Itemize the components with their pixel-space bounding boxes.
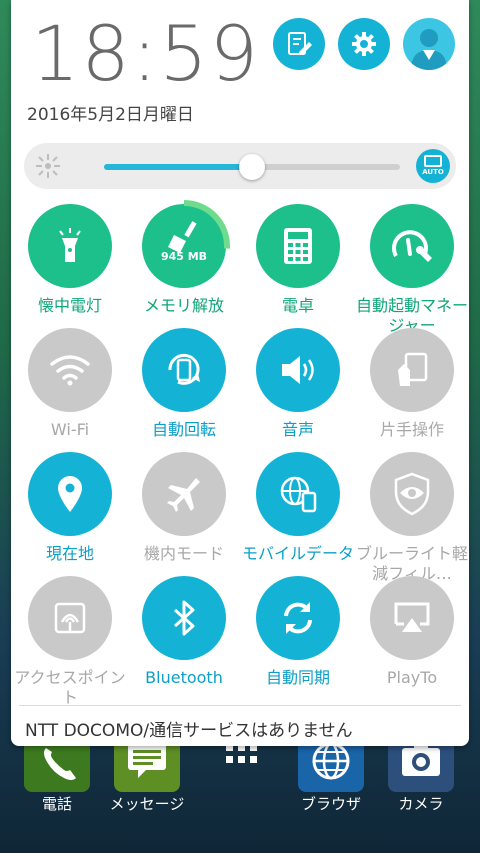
brightness-icon <box>36 154 60 178</box>
tile-playto[interactable]: PlayTo <box>355 576 469 688</box>
tile-one-hand-mode[interactable]: 片手操作 <box>355 328 469 440</box>
tile-label: アクセスポイント <box>14 668 126 707</box>
home-app-label: 電話 <box>41 795 72 813</box>
home-app-label: カメラ <box>398 795 444 813</box>
quick-settings-panel: 18:59 2016年5月2日月曜日 AUTO 懐中電灯 945 MB メモリ解… <box>11 0 469 746</box>
hotspot-icon <box>54 602 86 634</box>
memory-value: 945 MB <box>160 250 208 263</box>
eye-shield-icon <box>394 472 430 516</box>
home-app-label: メッセージ <box>109 795 185 813</box>
airplane-icon <box>167 478 200 512</box>
calculator-icon <box>284 228 312 264</box>
settings-button[interactable] <box>338 18 390 70</box>
bluetooth-icon <box>174 600 195 636</box>
tile-label: 電卓 <box>281 296 314 315</box>
user-button[interactable] <box>403 18 455 70</box>
brightness-bar: AUTO <box>24 143 456 189</box>
tile-wifi[interactable]: Wi-Fi <box>13 328 127 440</box>
tile-calculator[interactable]: 電卓 <box>241 204 355 316</box>
brightness-slider-thumb[interactable] <box>239 154 265 180</box>
tile-flashlight[interactable]: 懐中電灯 <box>13 204 127 316</box>
tile-autostart-manager[interactable]: 自動起動マネージャー <box>355 204 469 336</box>
tile-label: 懐中電灯 <box>37 296 102 315</box>
tile-label: Bluetooth <box>145 668 223 687</box>
tile-hotspot[interactable]: アクセスポイント <box>13 576 127 708</box>
tile-label: 現在地 <box>45 544 94 563</box>
clock-time: 18:59 <box>31 9 261 98</box>
clock-date: 2016年5月2日月曜日 <box>27 105 194 125</box>
speaker-icon <box>282 356 314 384</box>
globe-phone-icon <box>280 476 317 513</box>
notes-edit-icon <box>288 32 312 55</box>
panel-divider <box>19 705 461 706</box>
tile-sound[interactable]: 音声 <box>241 328 355 440</box>
tile-mobile-data[interactable]: モバイルデータ <box>241 452 355 564</box>
tile-bluelight-filter[interactable]: ブルーライト軽減フィル… <box>355 452 469 584</box>
tile-bluetooth[interactable]: Bluetooth <box>127 576 241 688</box>
gear-icon <box>352 32 376 56</box>
tile-memory-cleanup[interactable]: 945 MB メモリ解放 <box>127 200 241 316</box>
home-app-label: ブラウザ <box>300 795 361 813</box>
brightness-slider[interactable] <box>104 154 400 180</box>
tile-airplane-mode[interactable]: 機内モード <box>127 452 241 564</box>
tile-label: 機内モード <box>143 544 224 563</box>
auto-brightness-button[interactable]: AUTO <box>416 149 450 183</box>
user-avatar-icon <box>411 29 447 70</box>
tile-label: モバイルデータ <box>241 544 354 563</box>
auto-brightness-icon <box>424 155 442 167</box>
tile-label: 自動同期 <box>265 668 330 687</box>
tile-auto-sync[interactable]: 自動同期 <box>241 576 355 688</box>
quick-notes-button[interactable] <box>273 18 325 70</box>
tile-label: Wi-Fi <box>50 420 90 439</box>
brightness-slider-fill <box>104 164 252 170</box>
cast-icon <box>394 602 430 632</box>
tile-location[interactable]: 現在地 <box>13 452 127 564</box>
carrier-status-text: NTT DOCOMO/通信サービスはありません <box>25 721 353 741</box>
tile-label: 片手操作 <box>379 420 444 439</box>
memory-usage-ring <box>138 200 230 292</box>
tile-label: PlayTo <box>386 668 438 687</box>
speedometer-wrench-icon <box>392 230 432 262</box>
home-screen-dock: 電話 メッセージ ブラウザ カメラ <box>0 730 480 853</box>
tile-label: 自動回転 <box>151 420 216 439</box>
flashlight-icon <box>59 228 81 262</box>
auto-rotate-icon <box>168 353 200 385</box>
location-pin-icon <box>58 476 82 512</box>
tile-auto-rotate[interactable]: 自動回転 <box>127 328 241 440</box>
one-hand-icon <box>398 352 428 386</box>
sync-icon <box>284 602 312 634</box>
wifi-icon <box>50 355 90 386</box>
auto-brightness-label: AUTO <box>422 168 444 176</box>
tile-label: 音声 <box>281 420 314 439</box>
tile-label: メモリ解放 <box>143 296 224 315</box>
